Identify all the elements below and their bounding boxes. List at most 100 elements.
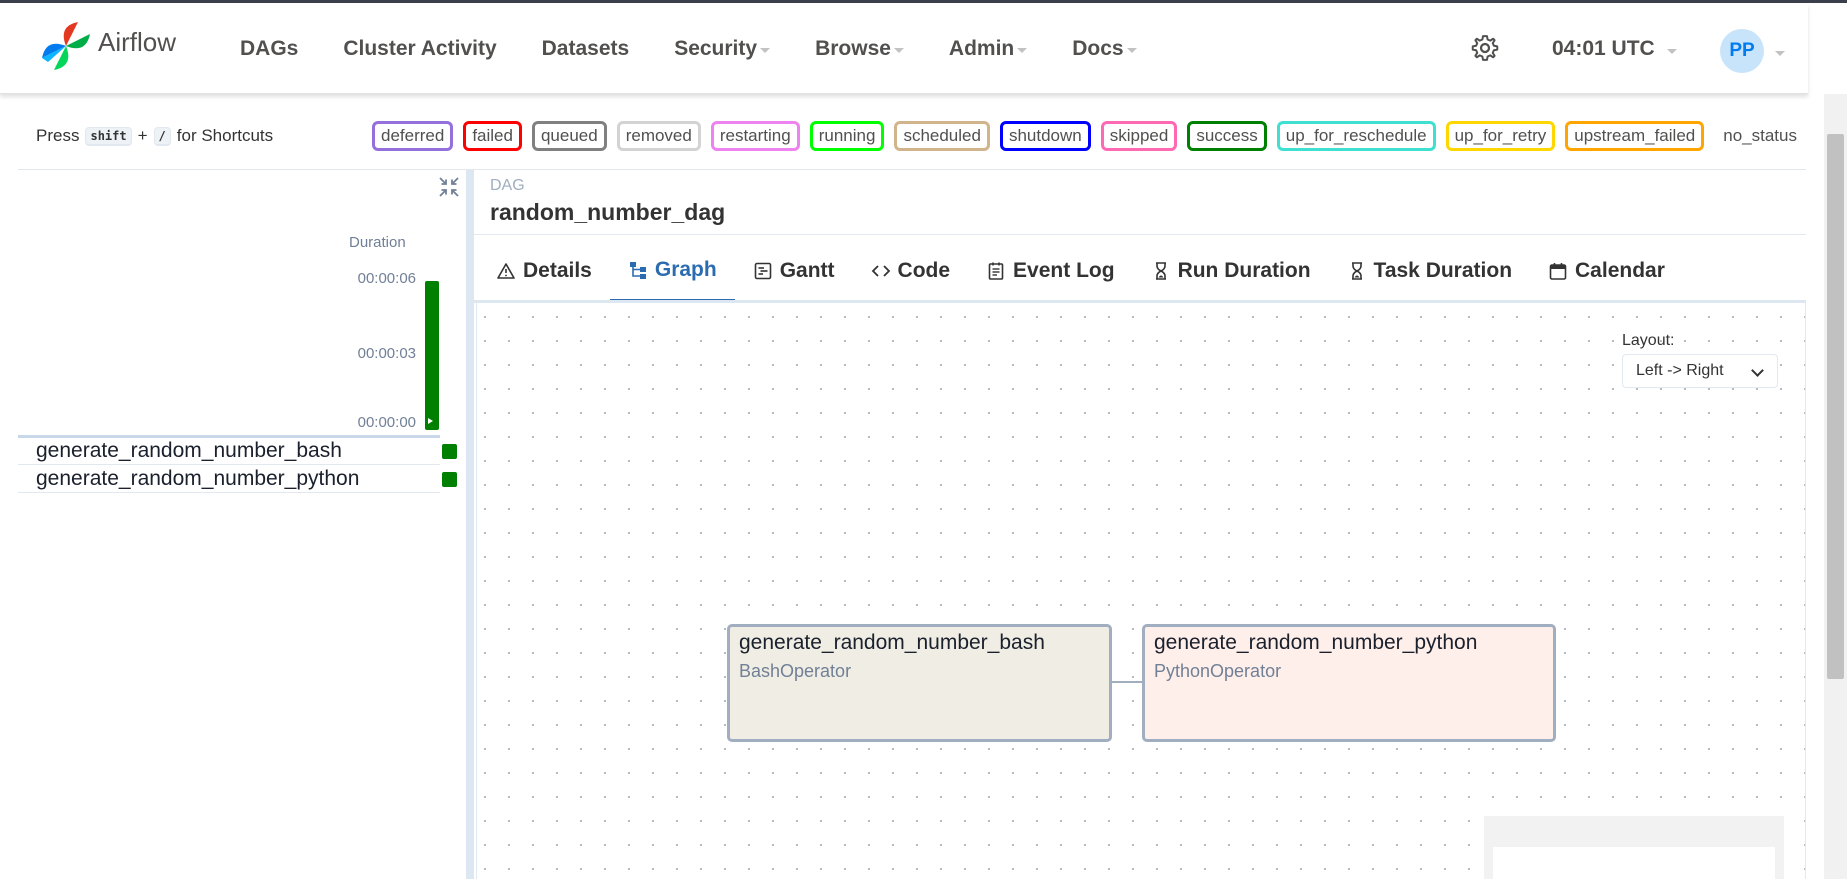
- task-row[interactable]: generate_random_number_bash: [18, 438, 457, 465]
- task-name: generate_random_number_python: [36, 467, 360, 490]
- hourglass-icon: [1155, 262, 1166, 280]
- brand[interactable]: Airflow: [38, 18, 176, 74]
- shortcuts-plus: +: [137, 126, 148, 145]
- legend-up-for-reschedule[interactable]: up_for_reschedule: [1276, 121, 1436, 151]
- panel-resizer[interactable]: [466, 170, 474, 879]
- shortcuts-hint: Press shift + / for Shortcuts: [36, 126, 273, 146]
- dag-run-duration-bar[interactable]: [425, 281, 439, 430]
- chevron-down-icon: [1751, 364, 1764, 377]
- dag-label: DAG: [490, 177, 525, 194]
- brand-name: Airflow: [98, 26, 177, 57]
- duration-tick: 00:00:03: [357, 345, 416, 362]
- nav-datasets[interactable]: Datasets: [542, 37, 630, 61]
- nav-docs[interactable]: Docs: [1072, 36, 1137, 61]
- graph-icon: [629, 261, 646, 279]
- shortcuts-press: Press: [36, 126, 80, 145]
- tab-task-duration[interactable]: Task Duration: [1329, 240, 1530, 302]
- kbd-slash: /: [153, 126, 171, 146]
- minimap-viewport[interactable]: [1493, 847, 1775, 879]
- scrollbar-thumb[interactable]: [1827, 134, 1844, 679]
- node-title: generate_random_number_python: [1154, 631, 1478, 654]
- hourglass-icon: [1351, 262, 1362, 280]
- nav-dags-label: DAGs: [240, 36, 299, 60]
- nav-security-label: Security: [674, 36, 758, 60]
- shortcuts-suffix: for Shortcuts: [176, 126, 274, 145]
- tab-run-duration[interactable]: Run Duration: [1133, 240, 1329, 302]
- nav-dags[interactable]: DAGs: [240, 37, 298, 61]
- tab-details[interactable]: Details: [478, 240, 610, 302]
- legend-upstream-failed[interactable]: upstream_failed: [1565, 121, 1705, 151]
- layout-select-value: Left -> Right: [1636, 362, 1724, 379]
- duration-tick: 00:00:00: [357, 414, 416, 431]
- caret-down-icon[interactable]: [1775, 51, 1785, 56]
- task-row[interactable]: generate_random_number_python: [18, 466, 457, 493]
- legend-skipped[interactable]: skipped: [1100, 121, 1178, 151]
- divider: [474, 234, 1806, 235]
- nav-datasets-label: Datasets: [541, 36, 630, 60]
- status-legend: deferred failed queued removed restarting run…: [372, 121, 1816, 151]
- tab-details-label: Details: [523, 259, 592, 282]
- divider: [18, 169, 1806, 170]
- tab-event-log[interactable]: Event Log: [968, 240, 1133, 302]
- event-log-icon: [988, 262, 1004, 280]
- legend-scheduled[interactable]: scheduled: [894, 121, 990, 151]
- nav-docs-label: Docs: [1072, 36, 1124, 60]
- tab-calendar-label: Calendar: [1575, 259, 1665, 282]
- task-name: generate_random_number_bash: [36, 439, 342, 462]
- collapse-icon[interactable]: [437, 175, 461, 199]
- graph-node-bash[interactable]: generate_random_number_bash BashOperator: [727, 624, 1112, 742]
- tab-gantt-label: Gantt: [779, 259, 835, 282]
- kbd-shift: shift: [85, 126, 132, 146]
- legend-running[interactable]: running: [809, 121, 885, 151]
- legend-success[interactable]: success: [1187, 121, 1267, 151]
- task-instance-success-cell[interactable]: [442, 472, 457, 487]
- node-title: generate_random_number_bash: [739, 631, 1045, 654]
- graph-canvas[interactable]: [476, 303, 1806, 879]
- tab-code[interactable]: Code: [853, 240, 969, 302]
- graph-node-python[interactable]: generate_random_number_python PythonOper…: [1142, 624, 1556, 742]
- dag-tabs: Details Graph Gantt Code Event Log Run D…: [478, 240, 1683, 302]
- layout-select[interactable]: Left -> Right: [1622, 354, 1778, 388]
- legend-restarting[interactable]: restarting: [710, 121, 800, 151]
- nav-cluster-activity-label: Cluster Activity: [343, 36, 497, 60]
- tab-graph-label: Graph: [654, 257, 717, 281]
- caret-down-icon: [1126, 48, 1137, 53]
- node-operator: PythonOperator: [1154, 661, 1282, 681]
- gear-icon[interactable]: [1470, 33, 1500, 63]
- user-avatar[interactable]: PP: [1720, 29, 1764, 73]
- legend-queued[interactable]: queued: [531, 121, 607, 151]
- tab-gantt[interactable]: Gantt: [735, 240, 853, 302]
- layout-label: Layout:: [1622, 332, 1675, 349]
- clock-dropdown[interactable]: 04:01 UTC: [1552, 37, 1677, 61]
- nav-admin[interactable]: Admin: [948, 36, 1028, 61]
- tab-graph[interactable]: Graph: [609, 240, 735, 302]
- graph-edge: [1112, 681, 1142, 683]
- legend-no-status[interactable]: no_status: [1714, 121, 1806, 151]
- dag-id[interactable]: random_number_dag: [490, 199, 725, 226]
- airflow-logo-icon: [42, 22, 90, 70]
- legend-removed[interactable]: removed: [616, 121, 701, 151]
- code-icon: [871, 265, 890, 277]
- legend-up-for-retry[interactable]: up_for_retry: [1445, 121, 1556, 151]
- legend-failed[interactable]: failed: [463, 121, 522, 151]
- caret-down-icon: [893, 48, 904, 53]
- nav-admin-label: Admin: [948, 36, 1015, 60]
- task-instance-success-cell[interactable]: [442, 444, 457, 459]
- nav-security[interactable]: Security: [674, 36, 771, 61]
- nav-browse-label: Browse: [815, 36, 891, 60]
- tab-task-duration-label: Task Duration: [1373, 259, 1513, 282]
- caret-down-icon: [1666, 48, 1677, 54]
- gantt-icon: [754, 262, 772, 280]
- legend-shutdown[interactable]: shutdown: [999, 121, 1091, 151]
- clock-time: 04:01 UTC: [1552, 37, 1655, 60]
- legend-deferred[interactable]: deferred: [372, 121, 454, 151]
- duration-tick: 00:00:06: [357, 270, 416, 287]
- navbar: Airflow DAGs Cluster Activity Datasets S…: [0, 3, 1808, 94]
- calendar-icon: [1549, 263, 1567, 280]
- tab-run-duration-label: Run Duration: [1177, 259, 1311, 282]
- node-operator: BashOperator: [739, 661, 852, 681]
- main-nav: DAGs Cluster Activity Datasets Security …: [240, 3, 1182, 94]
- nav-cluster-activity[interactable]: Cluster Activity: [343, 37, 496, 61]
- tab-calendar[interactable]: Calendar: [1530, 240, 1683, 302]
- nav-browse[interactable]: Browse: [815, 37, 904, 61]
